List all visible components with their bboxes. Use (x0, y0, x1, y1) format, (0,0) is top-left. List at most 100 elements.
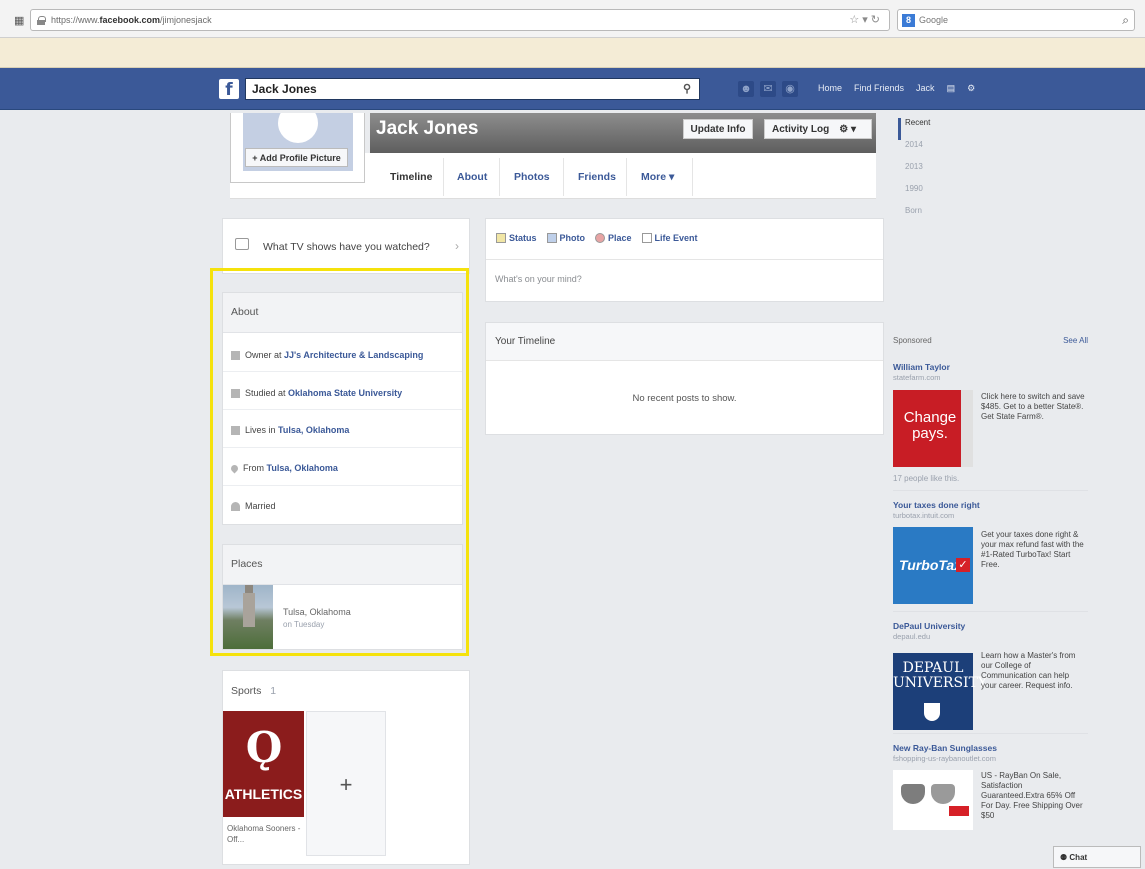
tv-icon (235, 238, 249, 250)
composer-tab-label: Life Event (654, 233, 698, 243)
add-sport-button[interactable]: + (306, 711, 386, 856)
ad-image[interactable]: DEPAUL UNIVERSITY (893, 653, 988, 730)
ad-image[interactable] (893, 770, 973, 830)
ad-body: US - RayBan On Sale, Satisfaction Guaran… (981, 771, 1083, 820)
ad-image[interactable]: Change pays. (893, 390, 973, 467)
notifications-icon[interactable]: ◉ (782, 81, 798, 97)
sports-title: Sports (231, 685, 262, 697)
dropdown-icon[interactable]: ▾ (862, 14, 871, 26)
tab-divider (443, 158, 444, 196)
ad-image-text: DEPAUL UNIVERSITY (893, 660, 988, 691)
divider (893, 733, 1088, 734)
tab-divider (563, 158, 564, 196)
highlight-box (210, 268, 469, 656)
scrubber-recent[interactable]: Recent (898, 118, 938, 140)
browser-search-icon[interactable]: ⌕ (1122, 13, 1129, 28)
ad-title[interactable]: William Taylor (893, 362, 1088, 372)
top-nav: Home Find Friends Jack ▤ ⚙ (818, 83, 975, 94)
scrubber-year[interactable]: 2014 (898, 140, 938, 162)
nav-home[interactable]: Home (818, 83, 842, 94)
site-identity-icon[interactable]: ▦ (14, 14, 24, 27)
chevron-right-icon: › (455, 239, 459, 253)
tab-more[interactable]: More ▾ (641, 171, 674, 183)
ad-title[interactable]: New Ray-Ban Sunglasses (893, 743, 1088, 753)
divider (893, 490, 1088, 491)
browser-search-field[interactable]: 8 Google ⌕ (897, 9, 1135, 31)
activity-log-label: Activity Log (772, 123, 830, 135)
team-caption[interactable]: Oklahoma Sooners - Off... (227, 823, 307, 845)
bookmark-star-icon[interactable]: ☆ (849, 14, 862, 26)
scrubber-year[interactable]: 2013 (898, 162, 938, 184)
browser-toolbar: ▦ https://www. facebook.com/jimjonesjack … (0, 0, 1145, 38)
composer-tab-label: Status (509, 233, 537, 243)
lock-icon (37, 15, 46, 25)
address-actions[interactable]: ☆▾↻ (849, 13, 883, 26)
search-engine-icon[interactable]: 8 (902, 13, 915, 27)
see-all-link[interactable]: See All (1063, 336, 1088, 345)
tab-timeline[interactable]: Timeline (390, 171, 432, 183)
settings-gear-icon[interactable]: ⚙ (967, 83, 975, 94)
notification-jewels: ☻ ✉ ◉ (738, 81, 798, 97)
ad-item[interactable]: William Taylor statefarm.com Change pays… (893, 362, 1088, 483)
profile-name[interactable]: Jack Jones (376, 118, 478, 140)
chat-icon: ⚉ (1060, 853, 1068, 862)
composer-tab-status[interactable]: Status (496, 233, 537, 243)
ad-item[interactable]: New Ray-Ban Sunglasses fshopping-us-rayb… (893, 743, 1088, 830)
depaul-crest-icon (924, 703, 940, 721)
scrubber-year[interactable]: 1990 (898, 184, 938, 206)
privacy-shortcuts-icon[interactable]: ▤ (947, 83, 956, 94)
address-bar[interactable]: https://www. facebook.com/jimjonesjack ☆▾… (30, 9, 890, 31)
your-timeline-section: Your Timeline No recent posts to show. (485, 322, 884, 435)
ad-body: Get your taxes done right & your max ref… (981, 530, 1084, 569)
composer-tab-life-event[interactable]: Life Event (641, 233, 698, 243)
messages-icon[interactable]: ✉ (760, 81, 776, 97)
search-icon[interactable]: ⚲ (683, 82, 691, 95)
composer-tab-label: Place (608, 233, 632, 243)
ad-body: Learn how a Master's from our College of… (981, 651, 1076, 690)
ad-domain: statefarm.com (893, 373, 941, 382)
nav-profile[interactable]: Jack (916, 83, 935, 94)
facebook-search-input[interactable]: Jack Jones ⚲ (245, 78, 700, 100)
status-input[interactable]: What's on your mind? (486, 259, 883, 303)
ad-domain: depaul.edu (893, 632, 931, 641)
status-icon (496, 233, 506, 243)
ad-domain: fshopping-us-raybanoutlet.com (893, 754, 996, 763)
life-event-icon (641, 233, 652, 243)
sports-heading[interactable]: Sports 1 (231, 685, 276, 697)
activity-log-button[interactable]: Activity Log ⚙ ▾ (764, 119, 872, 139)
url-domain: facebook.com (99, 15, 161, 25)
timeline-empty-message: No recent posts to show. (632, 393, 737, 404)
search-engine-label: Google (919, 15, 949, 25)
ad-image-text: Change pays. (903, 409, 957, 442)
ad-item[interactable]: DePaul University depaul.edu DEPAUL UNIV… (893, 621, 1088, 730)
sports-count: 1 (270, 685, 277, 697)
chat-button[interactable]: ⚉ Chat (1053, 846, 1141, 868)
scrubber-born[interactable]: Born (898, 206, 938, 228)
sports-section: Sports 1 Ǫ ATHLETICS Oklahoma Sooners - … (222, 670, 470, 865)
tab-photos[interactable]: Photos (514, 171, 550, 183)
tab-divider (626, 158, 627, 196)
ad-item[interactable]: Your taxes done right turbotax.intuit.co… (893, 500, 1088, 604)
tab-friends[interactable]: Friends (578, 171, 616, 183)
bookmarks-bar (0, 38, 1145, 68)
reload-icon[interactable]: ↻ (871, 14, 883, 26)
composer-tab-place[interactable]: Place (595, 233, 632, 243)
photo-icon (546, 233, 557, 243)
divider (893, 611, 1088, 612)
ad-image[interactable]: TurboTax ✓ (893, 527, 973, 604)
add-profile-picture-button[interactable]: + Add Profile Picture (245, 148, 348, 167)
sports-team-tile[interactable]: Ǫ ATHLETICS (223, 711, 304, 817)
update-info-button[interactable]: Update Info (683, 119, 753, 139)
ad-title[interactable]: DePaul University (893, 621, 1088, 631)
ou-logo-icon: Ǫ (245, 723, 283, 772)
timeline-year-scrubber: Recent 2014 2013 1990 Born (898, 118, 938, 228)
facebook-logo[interactable]: f (219, 79, 239, 100)
nav-find-friends[interactable]: Find Friends (854, 83, 904, 94)
search-value: Jack Jones (252, 82, 317, 96)
friend-requests-icon[interactable]: ☻ (738, 81, 754, 97)
ad-title[interactable]: Your taxes done right (893, 500, 1088, 510)
tab-about[interactable]: About (457, 171, 487, 183)
composer-tab-photo[interactable]: Photo (546, 233, 585, 243)
ads-header: Sponsored See All (893, 336, 1088, 345)
tv-shows-prompt[interactable]: What TV shows have you watched? › (222, 218, 470, 274)
